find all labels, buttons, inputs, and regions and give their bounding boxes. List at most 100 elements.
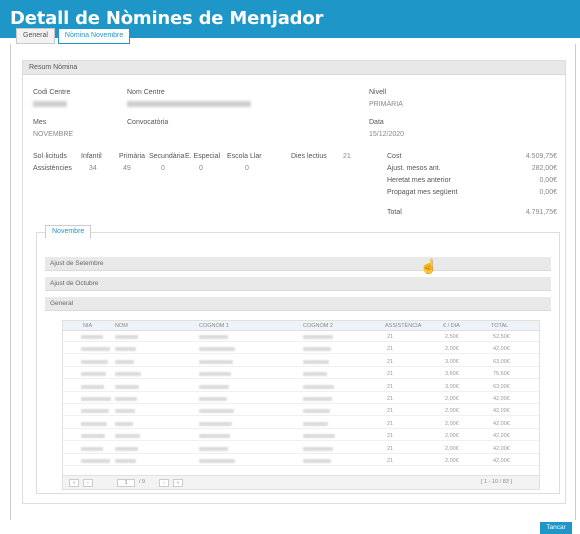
redacted-cell	[115, 347, 136, 352]
tab-general[interactable]: General	[16, 28, 55, 44]
table-row[interactable]: 21 2,00€ 42,00€	[63, 431, 539, 442]
total-label: Total	[387, 209, 402, 216]
data-label: Data	[369, 119, 384, 126]
codi-centre-value	[33, 101, 67, 107]
redacted-cell	[81, 359, 108, 364]
nom-centre-value	[127, 101, 251, 107]
redacted-cell	[115, 459, 136, 463]
eur-dia-cell: 2,50€	[445, 334, 459, 340]
redacted-cell	[303, 359, 329, 364]
table-row[interactable]: 21 2,50€ 52,50€	[63, 332, 539, 342]
assistencia-cell: 21	[387, 458, 394, 464]
cost-label: Cost	[387, 153, 402, 160]
eur-dia-cell: 2,00€	[445, 408, 459, 415]
prev-page-button[interactable]: ‹	[83, 479, 93, 487]
redacted-cell	[303, 347, 331, 352]
heretat-label: Heretat mes anterior	[387, 177, 451, 184]
redacted-cell	[303, 335, 333, 339]
table-row[interactable]: 21 3,00€ 63,00€	[63, 382, 539, 392]
total-cell: 52,50€	[493, 334, 510, 340]
table-row[interactable]: 21 2,00€ 42,00€	[63, 456, 539, 466]
eur-dia-cell: 3,00€	[445, 358, 459, 365]
propagat-label: Propagat mes següent	[387, 189, 458, 196]
redacted-cell	[81, 459, 110, 463]
col-total[interactable]: TOTAL	[491, 323, 508, 329]
section-ajust-octubre[interactable]: Ajust de Octubre	[45, 277, 551, 291]
page-title: Detall de Nòmines de Menjador	[10, 8, 324, 29]
nivell-label: Nivell	[369, 89, 387, 96]
total-cell: 42,00€	[493, 408, 510, 415]
hand-cursor-icon: ☝	[420, 258, 438, 274]
redacted-cell	[81, 384, 104, 389]
redacted-cell	[199, 384, 229, 389]
tab-novembre[interactable]: Novembre	[45, 225, 92, 239]
col-cognom2[interactable]: COGNOM 2	[303, 323, 333, 329]
students-table: NIA NOM COGNOM 1 COGNOM 2 ASSISTÈNCIA € …	[62, 320, 540, 490]
total-cell: 42,00€	[493, 346, 510, 353]
table-row[interactable]: 21 3,00€ 63,00€	[63, 357, 539, 367]
assist-escola-llar: 0	[245, 165, 249, 172]
redacted-cell	[81, 409, 109, 414]
eur-dia-cell: 3,00€	[445, 383, 459, 390]
redacted-cell	[81, 434, 105, 439]
convocatoria-label: Convocatòria	[127, 119, 169, 126]
ajust-value: 282,00€	[531, 165, 557, 172]
redacted-cell	[115, 446, 138, 451]
total-value: 4.791,75€	[525, 209, 557, 216]
page-input[interactable]: 1	[117, 479, 135, 487]
sollicituds-label: Sol·licituds	[33, 153, 67, 160]
col-nom[interactable]: NOM	[115, 323, 128, 329]
level-secundaria: Secundària	[149, 153, 185, 160]
tab-nomina-novembre[interactable]: Nòmina Novembre	[57, 28, 131, 44]
redacted-cell	[115, 384, 139, 389]
level-primaria: Primària	[119, 153, 146, 160]
level-infantil: Infantil	[81, 153, 102, 160]
total-cell: 42,00€	[493, 458, 510, 464]
redacted-cell	[199, 397, 227, 401]
assistencia-cell: 21	[387, 433, 394, 440]
close-button[interactable]: Tancar	[540, 522, 572, 534]
redacted-cell	[199, 459, 235, 463]
section-ajust-setembre[interactable]: Ajust de Setembre	[45, 257, 551, 271]
redacted-cell	[115, 372, 141, 377]
redacted-cell	[115, 335, 138, 339]
redacted-cell	[303, 434, 335, 439]
redacted-cell	[199, 409, 234, 414]
table-row[interactable]: 21 2,00€ 42,00€	[63, 444, 539, 454]
table-row[interactable]: 21 2,00€ 42,00€	[63, 419, 539, 429]
total-cell: 63,00€	[493, 383, 510, 390]
heretat-value: 0,00€	[539, 177, 557, 184]
total-cell: 63,00€	[493, 358, 510, 365]
table-row[interactable]: 21 3,60€ 75,60€	[63, 369, 539, 380]
redacted-cell	[303, 372, 327, 377]
total-cell: 42,00€	[493, 396, 510, 402]
first-page-button[interactable]: «	[69, 479, 79, 487]
redacted-cell	[115, 434, 140, 439]
redacted-cell	[115, 359, 134, 364]
summary-heading: Resum Nòmina	[23, 61, 565, 75]
assistencia-cell: 21	[387, 396, 394, 402]
table-row[interactable]: 21 2,00€ 42,00€	[63, 406, 539, 417]
nom-centre-label: Nom Centre	[127, 89, 165, 96]
table-row[interactable]: 21 2,00€ 42,00€	[63, 344, 539, 355]
page-count: / 9	[139, 479, 146, 485]
redacted-cell	[199, 372, 231, 377]
col-cognom1[interactable]: COGNOM 1	[199, 323, 229, 329]
redacted-cell	[199, 347, 235, 352]
table-row[interactable]: 21 2,00€ 42,00€	[63, 394, 539, 404]
col-nia[interactable]: NIA	[83, 323, 92, 329]
table-header: NIA NOM COGNOM 1 COGNOM 2 ASSISTÈNCIA € …	[63, 321, 539, 331]
eur-dia-cell: 2,00€	[445, 396, 459, 402]
assistencia-cell: 21	[387, 358, 394, 365]
assistencia-cell: 21	[387, 408, 394, 415]
redacted-cell	[303, 397, 332, 401]
col-assistencia[interactable]: ASSISTÈNCIA	[385, 323, 421, 329]
next-page-button[interactable]: ›	[159, 479, 169, 487]
redacted-cell	[199, 446, 228, 451]
section-general[interactable]: General	[45, 297, 551, 311]
redacted-cell	[81, 397, 111, 401]
col-eur-dia[interactable]: € / DIA	[443, 323, 460, 329]
assist-primaria: 49	[123, 165, 131, 172]
last-page-button[interactable]: »	[173, 479, 183, 487]
redacted-cell	[303, 409, 330, 414]
